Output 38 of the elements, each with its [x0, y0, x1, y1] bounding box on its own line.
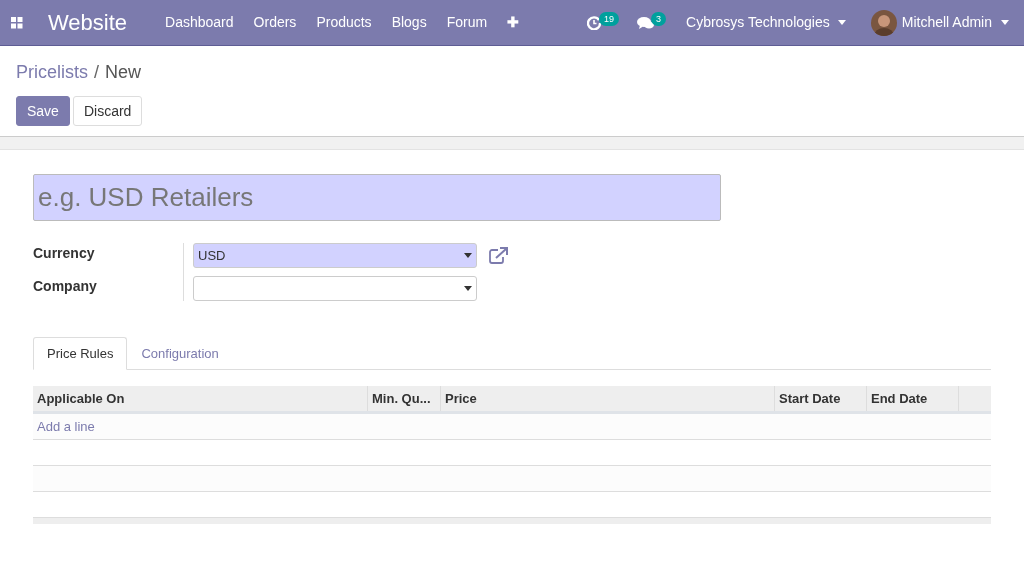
- field-label: Company: [33, 278, 98, 294]
- external-link-icon[interactable]: [489, 247, 508, 264]
- add-menu-item[interactable]: ✚: [497, 12, 530, 33]
- breadcrumb-separator: /: [94, 61, 100, 84]
- company-switcher[interactable]: Cybrosys Technologies: [686, 12, 846, 33]
- caret-icon: [1001, 20, 1009, 25]
- add-line-link[interactable]: Add a line: [37, 416, 95, 437]
- avatar-icon: [870, 9, 897, 36]
- user-menu[interactable]: Mitchell Admin: [870, 9, 1009, 36]
- menu-item[interactable]: Dashboard: [155, 12, 244, 33]
- column-header[interactable]: Start Date: [775, 386, 867, 411]
- chat-icon[interactable]: [637, 15, 654, 30]
- select-field[interactable]: [193, 276, 477, 301]
- breadcrumb-current: New: [105, 61, 142, 84]
- clock-icon[interactable]: [587, 15, 601, 30]
- caret-icon: [837, 20, 846, 25]
- message-count-badge: 3: [651, 11, 666, 26]
- save-button[interactable]: Save: [16, 96, 70, 126]
- column-header[interactable]: Price: [441, 386, 775, 411]
- menu-item[interactable]: Forum: [436, 12, 498, 33]
- discard-button[interactable]: Discard: [72, 96, 143, 126]
- column-header[interactable]: Applicable On: [33, 386, 368, 411]
- menu-item[interactable]: Products: [306, 12, 382, 33]
- tab[interactable]: Price Rules: [33, 337, 128, 370]
- dropdown-caret-icon: [464, 253, 472, 258]
- menu-item[interactable]: Blogs: [381, 12, 437, 33]
- column-header[interactable]: Min. Qu...: [368, 386, 441, 411]
- name-field[interactable]: e.g. USD Retailers: [33, 174, 721, 221]
- select-field[interactable]: USD: [193, 243, 477, 268]
- app-title[interactable]: Website: [48, 11, 128, 34]
- activity-count-badge: 19: [599, 11, 619, 26]
- tab[interactable]: Configuration: [127, 337, 233, 370]
- menu-item[interactable]: Orders: [243, 12, 307, 33]
- column-header[interactable]: End Date: [867, 386, 959, 411]
- field-label: Currency: [33, 245, 96, 261]
- breadcrumb-link[interactable]: Pricelists: [16, 59, 88, 86]
- dropdown-caret-icon: [464, 286, 472, 291]
- apps-menu-icon[interactable]: [11, 16, 23, 29]
